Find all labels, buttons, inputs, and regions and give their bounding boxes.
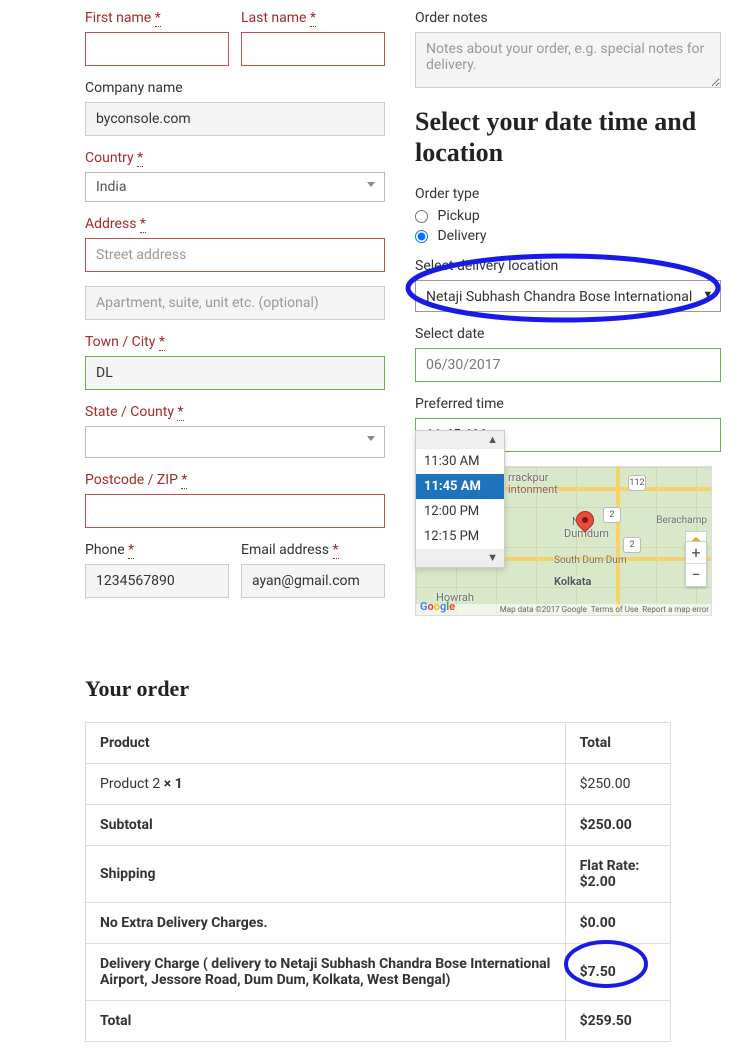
first-name-input[interactable] — [85, 32, 229, 66]
city-input[interactable] — [85, 356, 385, 390]
extra-charges-value: $0.00 — [565, 903, 670, 944]
order-type-label: Order type — [415, 186, 721, 202]
address-label: Address * — [85, 216, 385, 232]
shipping-value: Flat Rate: $2.00 — [565, 846, 670, 903]
country-label: Country * — [85, 150, 385, 166]
map-place-label: Kolkata — [554, 575, 591, 588]
time-label: Preferred time — [415, 396, 721, 412]
subtotal-value: $250.00 — [565, 805, 670, 846]
map-place-label: South Dum Dum — [554, 555, 627, 566]
time-option[interactable]: 12:00 PM — [416, 499, 504, 524]
first-name-label: First name * — [85, 10, 229, 26]
delivery-radio[interactable] — [415, 230, 428, 243]
order-notes-label: Order notes — [415, 10, 721, 26]
location-select[interactable]: Netaji Subhash Chandra Bose Internationa… — [415, 280, 721, 312]
time-option[interactable]: 11:45 AM — [416, 474, 504, 499]
phone-input[interactable] — [85, 564, 229, 598]
company-label: Company name — [85, 80, 385, 96]
subtotal-label: Subtotal — [86, 805, 566, 846]
total-header: Total — [565, 723, 670, 764]
time-option[interactable]: 12:15 PM — [416, 524, 504, 549]
order-table: Product Total Product 2 × 1 $250.00 Subt… — [85, 722, 671, 1042]
map-zoom-controls: + − — [685, 541, 707, 587]
last-name-label: Last name * — [241, 10, 385, 26]
map-attribution: Map data ©2017 Google Terms of Use Repor… — [416, 604, 711, 615]
date-input[interactable] — [415, 348, 721, 382]
zoom-out-button[interactable]: − — [686, 564, 706, 586]
email-input[interactable] — [241, 564, 385, 598]
order-notes-textarea[interactable] — [415, 32, 721, 88]
delivery-charge-label: Delivery Charge ( delivery to Netaji Sub… — [86, 944, 566, 1001]
route-shield-icon: 2 — [623, 537, 641, 553]
map-place-label: intonment — [508, 483, 558, 496]
table-row: Subtotal $250.00 — [86, 805, 671, 846]
shipping-label: Shipping — [86, 846, 566, 903]
product-name: Product 2 — [100, 776, 164, 792]
your-order-heading: Your order — [85, 676, 671, 702]
zoom-in-button[interactable]: + — [686, 542, 706, 564]
table-row: Product 2 × 1 $250.00 — [86, 764, 671, 805]
country-select[interactable]: India — [85, 172, 385, 202]
phone-label: Phone * — [85, 542, 229, 558]
product-total: $250.00 — [565, 764, 670, 805]
table-row: Total $259.50 — [86, 1001, 671, 1042]
order-total-value: $259.50 — [565, 1001, 670, 1042]
time-option[interactable]: 11:30 AM — [416, 449, 504, 474]
delivery-radio-label: Delivery — [437, 228, 486, 244]
company-input[interactable] — [85, 102, 385, 136]
address-line1-input[interactable] — [85, 238, 385, 272]
date-label: Select date — [415, 326, 721, 342]
google-logo: Google — [420, 600, 455, 613]
scroll-down-icon[interactable]: ▼ — [416, 549, 504, 567]
city-label: Town / City * — [85, 334, 385, 350]
order-total-label: Total — [86, 1001, 566, 1042]
state-label: State / County * — [85, 404, 385, 420]
location-label: Select delivery location — [415, 258, 721, 274]
pickup-radio-label: Pickup — [437, 208, 479, 224]
product-qty: × 1 — [164, 776, 183, 792]
table-header-row: Product Total — [86, 723, 671, 764]
last-name-input[interactable] — [241, 32, 385, 66]
address-line2-input[interactable] — [85, 286, 385, 320]
state-select[interactable] — [85, 426, 385, 458]
table-row: Shipping Flat Rate: $2.00 — [86, 846, 671, 903]
extra-charges-label: No Extra Delivery Charges. — [86, 903, 566, 944]
product-header: Product — [86, 723, 566, 764]
delivery-charge-value: $7.50 — [565, 944, 670, 1001]
postcode-label: Postcode / ZIP * — [85, 472, 385, 488]
pickup-radio[interactable] — [415, 210, 428, 223]
email-label: Email address * — [241, 542, 385, 558]
table-row: No Extra Delivery Charges. $0.00 — [86, 903, 671, 944]
schedule-heading: Select your date time and location — [415, 106, 721, 168]
postcode-input[interactable] — [85, 494, 385, 528]
route-shield-icon: 112 — [628, 475, 646, 491]
table-row: Delivery Charge ( delivery to Netaji Sub… — [86, 944, 671, 1001]
scroll-up-icon[interactable]: ▲ — [416, 431, 504, 449]
map-place-label: Berachamp — [656, 515, 707, 526]
time-dropdown[interactable]: ▲ 11:30 AM 11:45 AM 12:00 PM 12:15 PM ▼ — [415, 430, 505, 568]
route-shield-icon: 2 — [603, 507, 621, 523]
